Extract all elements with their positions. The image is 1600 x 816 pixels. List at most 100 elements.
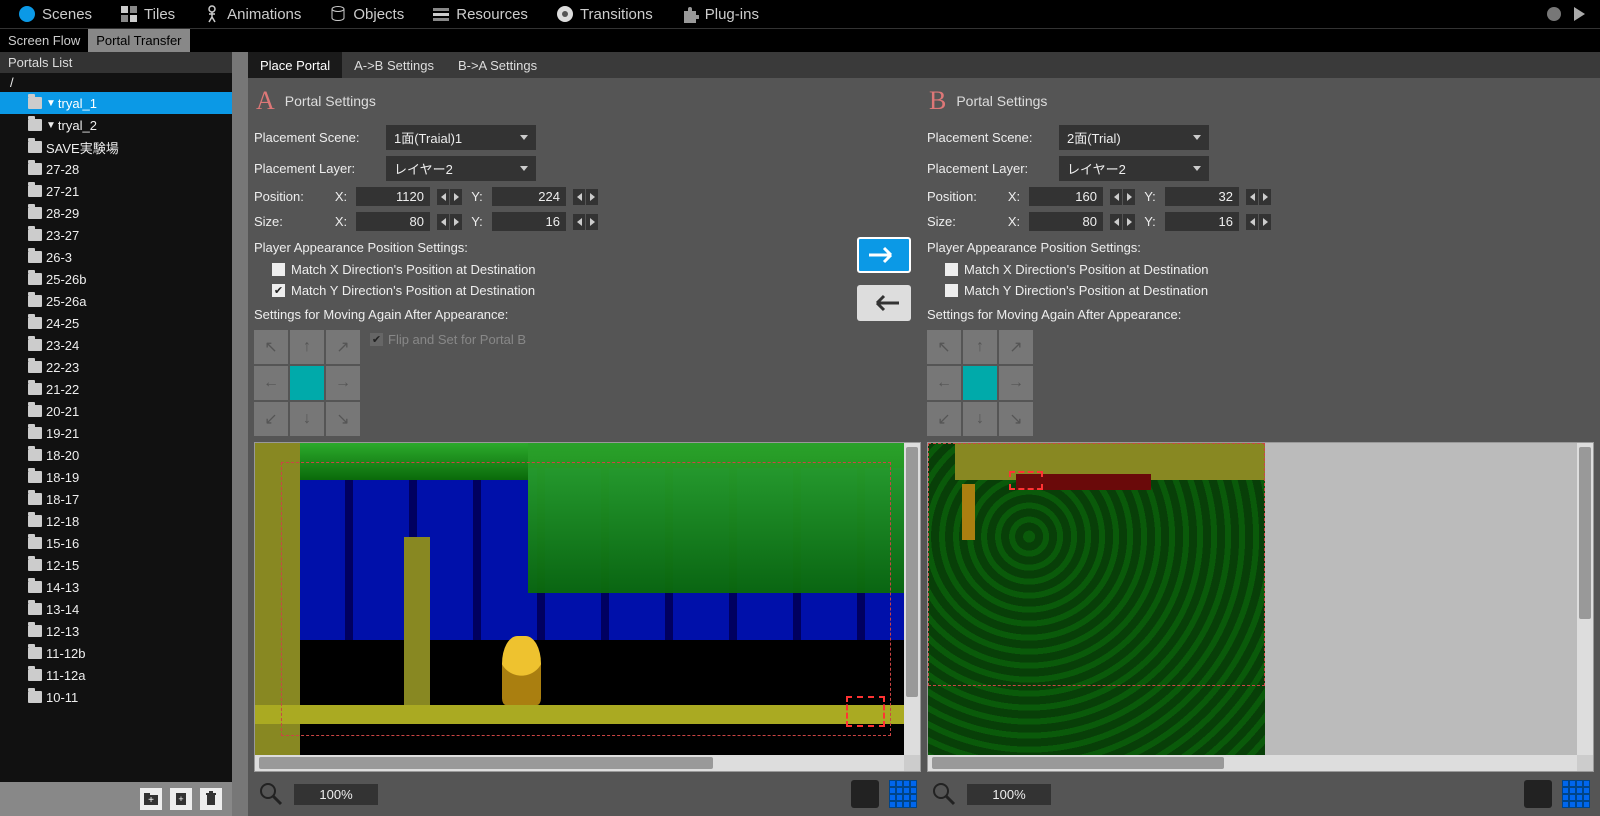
nav-resources[interactable]: Resources: [418, 0, 542, 28]
a-size-x[interactable]: 80: [356, 212, 430, 231]
portal-item[interactable]: ▼tryal_1: [0, 92, 232, 114]
portal-item[interactable]: 11-12b: [0, 642, 232, 664]
b-size-y-spin[interactable]: [1245, 214, 1271, 230]
delete-button[interactable]: [200, 788, 222, 810]
a-dir-e[interactable]: →: [326, 366, 360, 400]
b-dir-nw[interactable]: ↖: [927, 330, 961, 364]
portal-item[interactable]: 12-15: [0, 554, 232, 576]
portal-item[interactable]: 24-25: [0, 312, 232, 334]
portal-item[interactable]: 27-28: [0, 158, 232, 180]
b-pos-y[interactable]: 32: [1165, 187, 1239, 206]
a-dir-nw[interactable]: ↖: [254, 330, 288, 364]
tab-place-portal[interactable]: Place Portal: [248, 52, 342, 78]
magnify-icon[interactable]: [258, 781, 284, 807]
portal-item[interactable]: 12-18: [0, 510, 232, 532]
b-pos-y-spin[interactable]: [1245, 189, 1271, 205]
portal-item[interactable]: 18-19: [0, 466, 232, 488]
b-scene-dropdown[interactable]: 2面(Trial): [1059, 125, 1209, 150]
a-size-y[interactable]: 16: [492, 212, 566, 231]
portal-item[interactable]: 23-27: [0, 224, 232, 246]
a-h-scrollbar[interactable]: [255, 755, 904, 771]
globe-icon[interactable]: [1546, 6, 1562, 22]
portal-item[interactable]: 25-26a: [0, 290, 232, 312]
a-dir-se[interactable]: ↘: [326, 402, 360, 436]
portal-item[interactable]: 21-22: [0, 378, 232, 400]
b-size-x[interactable]: 80: [1029, 212, 1103, 231]
b-preview[interactable]: [927, 442, 1594, 772]
portal-item[interactable]: 25-26b: [0, 268, 232, 290]
a-layer-dropdown[interactable]: レイヤー2: [386, 156, 536, 181]
grid-icon[interactable]: [889, 780, 917, 808]
b-dir-s[interactable]: ↓: [963, 402, 997, 436]
b-dir-n[interactable]: ↑: [963, 330, 997, 364]
add-item-button[interactable]: +: [170, 788, 192, 810]
a-flip-checkbox[interactable]: ✔: [370, 333, 383, 346]
b-dir-sw[interactable]: ↙: [927, 402, 961, 436]
tab-ab-settings[interactable]: A->B Settings: [342, 52, 446, 78]
a-match-y-checkbox[interactable]: ✔: [272, 284, 285, 297]
subnav-portal-transfer[interactable]: Portal Transfer: [88, 29, 189, 52]
portal-item[interactable]: 15-16: [0, 532, 232, 554]
magnify-icon[interactable]: [931, 781, 957, 807]
a-pos-y[interactable]: 224: [492, 187, 566, 206]
snap-icon[interactable]: [1524, 780, 1552, 808]
nav-scenes[interactable]: Scenes: [4, 0, 106, 28]
add-folder-button[interactable]: +: [140, 788, 162, 810]
grid-icon[interactable]: [1562, 780, 1590, 808]
portal-item[interactable]: ▼tryal_2: [0, 114, 232, 136]
portal-item[interactable]: 12-13: [0, 620, 232, 642]
subnav-screen-flow[interactable]: Screen Flow: [0, 29, 88, 52]
portal-item[interactable]: 18-17: [0, 488, 232, 510]
a-pos-x-spin[interactable]: [436, 189, 462, 205]
portal-item[interactable]: 18-20: [0, 444, 232, 466]
portal-item[interactable]: SAVE実験場: [0, 136, 232, 158]
b-dir-center[interactable]: [963, 366, 997, 400]
nav-tiles[interactable]: Tiles: [106, 0, 189, 28]
portal-item[interactable]: 26-3: [0, 246, 232, 268]
portal-item[interactable]: 13-14: [0, 598, 232, 620]
a-dir-sw[interactable]: ↙: [254, 402, 288, 436]
nav-objects[interactable]: Objects: [315, 0, 418, 28]
a-preview[interactable]: [254, 442, 921, 772]
b-dir-w[interactable]: ←: [927, 366, 961, 400]
nav-animations[interactable]: Animations: [189, 0, 315, 28]
portals-root[interactable]: /: [0, 73, 232, 92]
b-v-scrollbar[interactable]: [1577, 443, 1593, 755]
b-size-y[interactable]: 16: [1165, 212, 1239, 231]
a-dir-s[interactable]: ↓: [290, 402, 324, 436]
b-h-scrollbar[interactable]: [928, 755, 1577, 771]
a-dir-w[interactable]: ←: [254, 366, 288, 400]
b-dir-se[interactable]: ↘: [999, 402, 1033, 436]
a-pos-x[interactable]: 1120: [356, 187, 430, 206]
portal-item[interactable]: 22-23: [0, 356, 232, 378]
badge-b-to-a[interactable]: [857, 285, 911, 321]
b-zoom-value[interactable]: 100%: [967, 784, 1051, 805]
a-zoom-value[interactable]: 100%: [294, 784, 378, 805]
portal-item[interactable]: 23-24: [0, 334, 232, 356]
portal-item[interactable]: 11-12a: [0, 664, 232, 686]
nav-plugins[interactable]: Plug-ins: [667, 0, 773, 28]
b-layer-dropdown[interactable]: レイヤー2: [1059, 156, 1209, 181]
nav-transitions[interactable]: Transitions: [542, 0, 667, 28]
portal-item[interactable]: 20-21: [0, 400, 232, 422]
a-dir-ne[interactable]: ↗: [326, 330, 360, 364]
b-dir-ne[interactable]: ↗: [999, 330, 1033, 364]
tab-ba-settings[interactable]: B->A Settings: [446, 52, 549, 78]
play-icon[interactable]: [1572, 6, 1586, 22]
a-v-scrollbar[interactable]: [904, 443, 920, 755]
snap-icon[interactable]: [851, 780, 879, 808]
a-size-y-spin[interactable]: [572, 214, 598, 230]
b-pos-x[interactable]: 160: [1029, 187, 1103, 206]
b-size-x-spin[interactable]: [1109, 214, 1135, 230]
portal-item[interactable]: 27-21: [0, 180, 232, 202]
a-dir-n[interactable]: ↑: [290, 330, 324, 364]
portal-item[interactable]: 10-11: [0, 686, 232, 708]
portal-item[interactable]: 14-13: [0, 576, 232, 598]
sidebar-scrollbar[interactable]: [232, 52, 248, 816]
a-size-x-spin[interactable]: [436, 214, 462, 230]
a-dir-center[interactable]: [290, 366, 324, 400]
a-pos-y-spin[interactable]: [572, 189, 598, 205]
b-pos-x-spin[interactable]: [1109, 189, 1135, 205]
portal-item[interactable]: 19-21: [0, 422, 232, 444]
badge-a-to-b[interactable]: [857, 237, 911, 273]
